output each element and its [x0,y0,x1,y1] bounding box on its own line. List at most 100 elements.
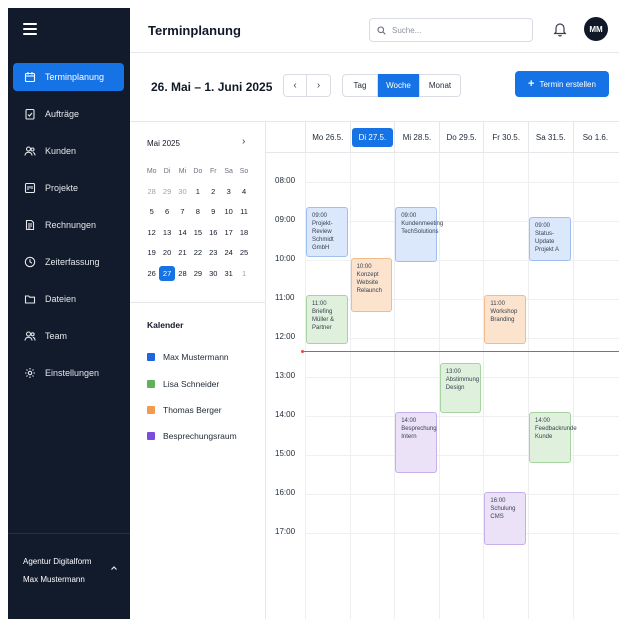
day-header[interactable]: Do 29.5. [438,122,484,153]
mini-calendar-day[interactable]: 16 [206,225,221,240]
mini-calendar-day[interactable]: 4 [236,184,251,199]
calendar-item[interactable]: Thomas Berger [147,397,237,423]
mini-calendar-day[interactable]: 29 [159,184,174,199]
event-title: Briefing Müller & Partner [312,309,335,331]
mini-calendar-day[interactable]: 1 [190,184,205,199]
mini-calendar-day[interactable]: 12 [144,225,159,240]
event-title: Konzept Website Relaunch [356,272,382,294]
calendar-event[interactable]: 10:00 Konzept Website Relaunch [350,258,393,312]
sidebar-item-dateien[interactable]: Dateien [13,285,124,313]
calendar-item[interactable]: Besprechungsraum [147,423,237,449]
day-header-row: Mo 26.5. Di 27.5. Mi 28.5. Do 29.5. Fr 30.5.… [266,122,619,153]
calendar-item[interactable]: Max Mustermann [147,344,237,370]
mini-calendar-day[interactable]: 31 [221,266,236,281]
page-title: Terminplanung [148,23,241,38]
day-header[interactable]: Di 27.5. [349,122,395,153]
calendar-event[interactable]: 16:00 Schulung CMS [484,492,526,545]
sidebar-item-rechnungen[interactable]: Rechnungen [13,211,124,239]
mini-calendar-day[interactable]: 23 [206,245,221,260]
avatar[interactable]: MM [584,17,608,41]
calendar-event[interactable]: 09:00 Kundenmeeting TechSolutions [395,207,443,262]
event-time: 16:00 [490,498,506,504]
mini-calendar-day[interactable]: 9 [206,204,221,219]
calendar-item[interactable]: Lisa Schneider [147,370,237,396]
chevron-up-icon[interactable] [110,564,118,572]
mini-calendar-day[interactable]: 24 [221,245,236,260]
mini-calendar-day[interactable]: 1 [236,266,251,281]
sidebar: Terminplanung Aufträge Kunden Projekte R… [8,8,130,619]
sidebar-item-label: Dateien [45,294,77,304]
main-area: Terminplanung MM 26. Mai – 1. Juni 2025 … [130,8,619,619]
view-day-button[interactable]: Tag [342,74,378,97]
day-header[interactable]: Sa 31.5. [528,122,573,153]
sidebar-item-projekte[interactable]: Projekte [13,174,124,202]
mini-calendar-day[interactable]: 11 [236,204,251,219]
sidebar-item-kunden[interactable]: Kunden [13,137,124,165]
calendar-event[interactable]: 09:00 Status-Update Projekt A [529,217,571,261]
next-week-button[interactable]: › [307,74,331,97]
mini-calendar-day[interactable]: 18 [236,225,251,240]
calendar-event[interactable]: 11:00 Workshop Branding [484,295,526,344]
search-box[interactable] [369,18,533,42]
create-appointment-button[interactable]: + Termin erstellen [515,71,609,97]
event-title: Besprechung Intern [401,426,437,440]
calendar-color-swatch [147,353,155,362]
calendar-event[interactable]: 11:00 Briefing Müller & Partner [306,295,348,344]
weekday-label: So [239,167,249,175]
bell-icon[interactable] [553,21,567,37]
event-time: 14:00 [535,418,551,424]
calendar-event[interactable]: 14:00 Feedbackrunde Kunde [529,412,577,463]
mini-calendar-next-button[interactable]: › [242,136,245,147]
mini-calendar-day[interactable]: 30 [175,184,190,199]
mini-calendar-day[interactable]: 19 [144,245,159,260]
mini-calendar-day[interactable]: 30 [206,266,221,281]
menu-icon[interactable] [23,23,37,35]
view-switcher: Tag Woche Monat [342,74,461,97]
account-switcher[interactable]: Agentur Digitalform Max Mustermann [8,533,130,619]
day-header[interactable]: Mo 26.5. [305,122,350,153]
search-input[interactable] [392,25,522,35]
mini-calendar-day[interactable]: 26 [144,266,159,281]
view-week-button[interactable]: Woche [378,74,419,97]
day-header[interactable]: Mi 28.5. [394,122,439,153]
sidebar-item-label: Einstellungen [45,368,100,378]
mini-calendar-day[interactable]: 29 [190,266,205,281]
mini-calendar-today[interactable]: 27 [159,265,175,281]
sidebar-item-team[interactable]: Team [13,322,124,350]
mini-calendar-day[interactable]: 15 [190,225,205,240]
prev-week-button[interactable]: ‹ [283,74,307,97]
day-header[interactable]: Fr 30.5. [483,122,528,153]
mini-calendar-day[interactable]: 5 [144,204,159,219]
calendar-event[interactable]: 14:00 Besprechung Intern [395,412,437,473]
sidebar-item-einstellungen[interactable]: Einstellungen [13,359,124,387]
mini-calendar-day[interactable]: 3 [221,184,236,199]
mini-calendar-day[interactable]: 7 [175,204,190,219]
topbar: Terminplanung MM [130,8,619,53]
mini-calendar-day[interactable]: 10 [221,204,236,219]
mini-calendar-day[interactable]: 21 [175,245,190,260]
sidebar-item-terminplanung[interactable]: Terminplanung [13,63,124,91]
calendar-color-swatch [147,379,155,388]
event-time: 11:00 [490,301,505,307]
calendar-color-swatch [147,432,155,441]
sidebar-item-label: Rechnungen [45,220,97,230]
calendar-event[interactable]: 13:00 Abstimmung Design [439,363,482,413]
mini-calendar-day[interactable]: 17 [221,225,236,240]
mini-calendar-day[interactable]: 2 [206,184,221,199]
mini-calendar-day[interactable]: 14 [175,225,190,240]
mini-calendar-day[interactable]: 13 [159,225,174,240]
mini-calendar-day[interactable]: 6 [159,204,174,219]
mini-calendar-day[interactable]: 22 [190,245,205,260]
mini-calendar-day[interactable]: 28 [144,184,159,199]
view-month-button[interactable]: Monat [419,74,461,97]
mini-calendar-day[interactable]: 8 [190,204,205,219]
sidebar-item-auftraege[interactable]: Aufträge [13,100,124,128]
mini-calendar: Mo Di Mi Do Fr Sa So 28 29 30 1 2 3 4 5 6 7 8 9 10 11 12 13 14 1… [144,161,252,283]
mini-calendar-day[interactable]: 28 [175,266,190,281]
day-header[interactable]: So 1.6. [572,122,618,153]
sidebar-item-zeiterfassung[interactable]: Zeiterfassung [13,248,124,276]
mini-calendar-day[interactable]: 20 [159,245,174,260]
clipboard-check-icon [25,108,35,120]
calendar-event[interactable]: 09:00 Projekt-Review Schmidt GmbH [306,207,348,257]
mini-calendar-day[interactable]: 25 [236,245,251,260]
